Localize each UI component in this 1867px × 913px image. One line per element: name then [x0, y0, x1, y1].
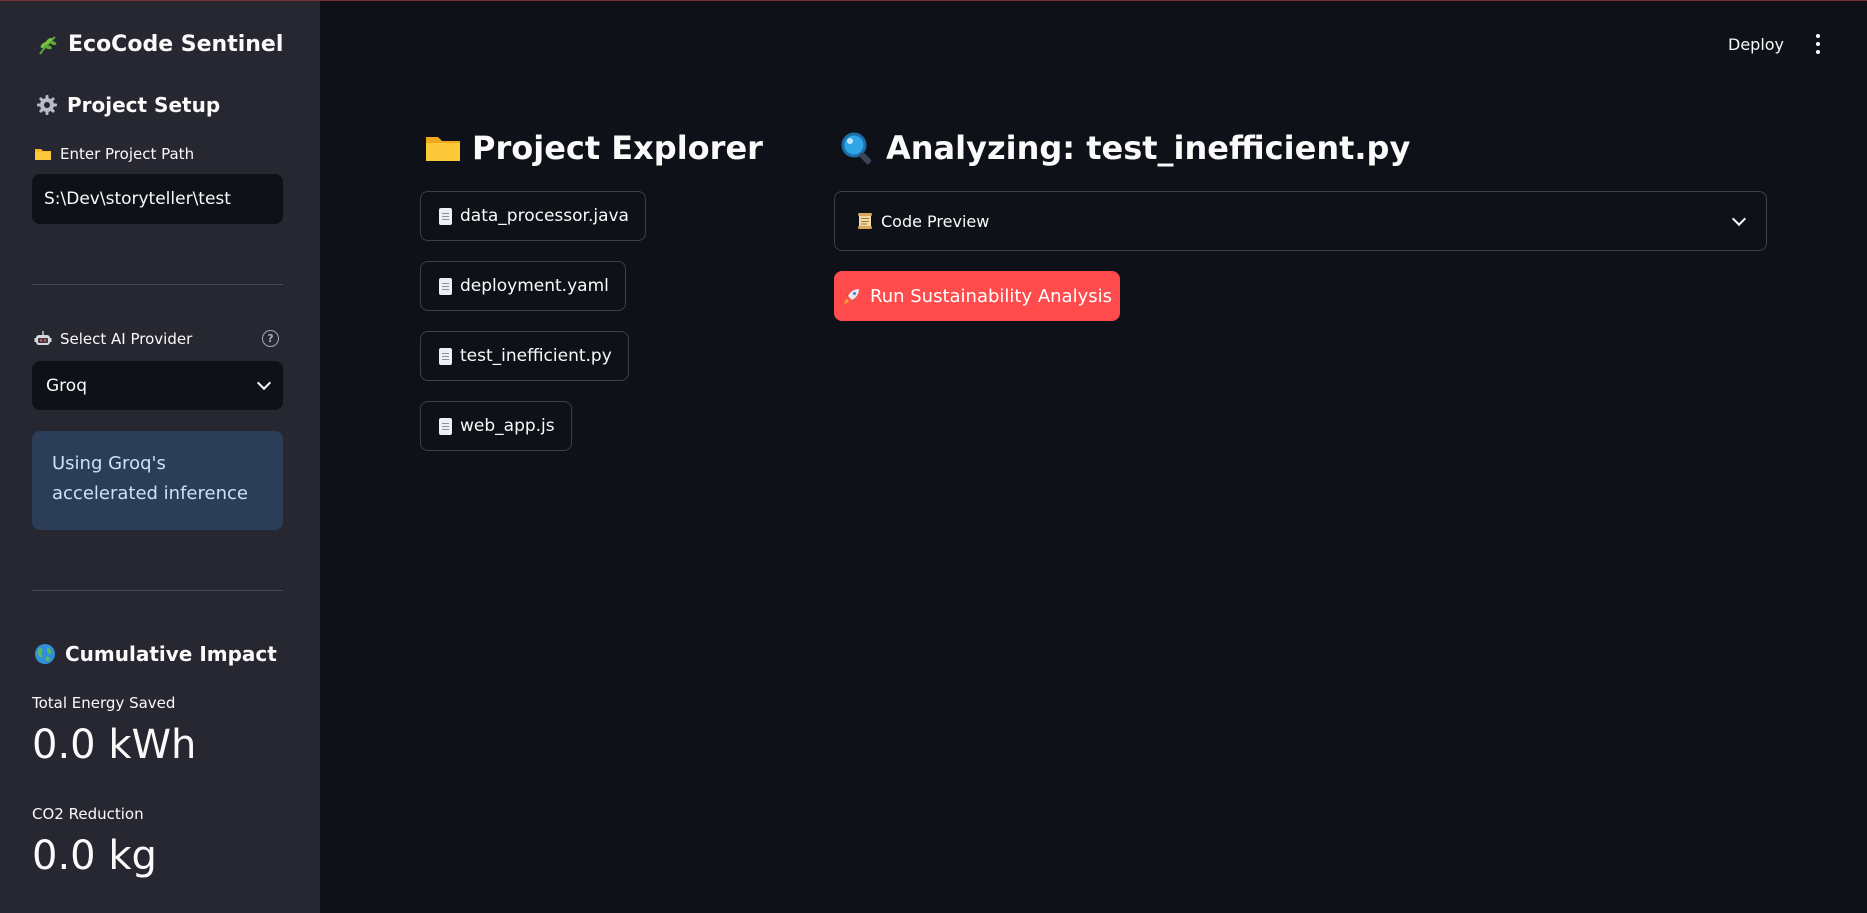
file-name: web_app.js [460, 416, 555, 436]
scroll-icon [858, 213, 872, 229]
document-icon [439, 417, 452, 435]
file-button[interactable]: data_processor.java [420, 191, 646, 241]
divider [32, 590, 283, 591]
kebab-dot [1816, 50, 1820, 54]
provider-label-text: Select AI Provider [60, 330, 193, 348]
project-path-input[interactable]: S:\Dev\storyteller\test [32, 174, 283, 224]
project-path-label: Enter Project Path [34, 145, 194, 163]
divider [32, 284, 283, 285]
run-analysis-label: Run Sustainability Analysis [870, 285, 1112, 307]
project-path-value: S:\Dev\storyteller\test [44, 189, 231, 209]
provider-info-text: Using Groq's accelerated inference [52, 453, 248, 504]
deploy-button[interactable]: Deploy [1720, 31, 1792, 58]
file-name: data_processor.java [460, 206, 629, 226]
provider-select[interactable]: Groq [32, 361, 283, 410]
document-icon [439, 347, 452, 365]
file-button[interactable]: web_app.js [420, 401, 572, 451]
analysis-title-text: Analyzing: test_inefficient.py [886, 129, 1411, 167]
main-menu-button[interactable] [1810, 32, 1826, 56]
file-name: test_inefficient.py [460, 346, 612, 366]
chevron-down-icon [256, 375, 272, 391]
code-preview-header: Code Preview [857, 212, 989, 231]
folder-icon [426, 137, 460, 161]
app-title: EcoCode Sentinel [36, 32, 283, 57]
document-icon [439, 277, 452, 295]
robot-icon [34, 331, 52, 345]
explorer-title: Project Explorer [424, 129, 763, 167]
co2-value: 0.0 kg [32, 833, 157, 879]
provider-select-value: Groq [46, 375, 87, 396]
code-preview-label: Code Preview [881, 211, 990, 231]
kebab-dot [1816, 34, 1820, 38]
project-path-label-text: Enter Project Path [60, 145, 195, 163]
project-setup-heading-text: Project Setup [67, 93, 221, 117]
help-icon[interactable]: ? [262, 330, 279, 347]
folder-icon [35, 149, 51, 160]
document-icon [439, 207, 452, 225]
file-name: deployment.yaml [460, 276, 609, 296]
gear-icon [37, 95, 57, 115]
kebab-dot [1816, 42, 1820, 46]
sidebar: EcoCode Sentinel Project Setup Enter Pro… [0, 1, 320, 913]
provider-label: Select AI Provider [34, 330, 192, 348]
chevron-down-icon [1731, 211, 1747, 226]
file-button[interactable]: deployment.yaml [420, 261, 626, 311]
rocket-icon [844, 289, 859, 304]
energy-label: Total Energy Saved [32, 694, 176, 712]
project-setup-heading: Project Setup [36, 93, 220, 117]
file-button[interactable]: test_inefficient.py [420, 331, 629, 381]
app-title-text: EcoCode Sentinel [68, 32, 284, 57]
app-root: EcoCode Sentinel Project Setup Enter Pro… [0, 0, 1867, 913]
globe-icon [35, 644, 55, 664]
impact-heading-text: Cumulative Impact [65, 642, 277, 666]
provider-info-box: Using Groq's accelerated inference [32, 431, 283, 530]
co2-label: CO2 Reduction [32, 805, 144, 823]
analysis-title: Analyzing: test_inefficient.py [838, 129, 1410, 167]
herb-icon [39, 35, 57, 55]
magnifier-icon [841, 132, 872, 165]
energy-value: 0.0 kWh [32, 722, 197, 768]
code-preview-expander[interactable]: Code Preview [834, 191, 1767, 251]
run-analysis-button[interactable]: Run Sustainability Analysis [834, 271, 1120, 321]
impact-heading: Cumulative Impact [34, 642, 277, 666]
explorer-title-text: Project Explorer [472, 129, 763, 167]
